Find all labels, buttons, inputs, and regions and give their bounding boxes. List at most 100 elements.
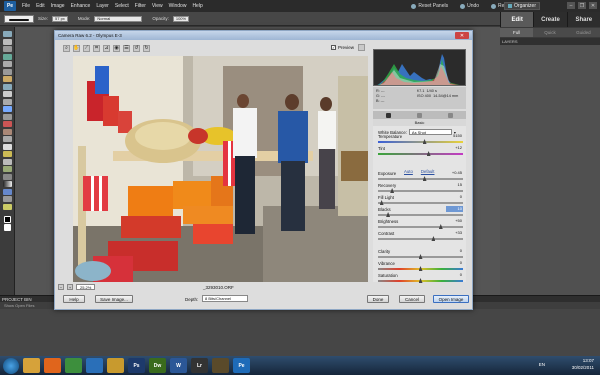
slider-fill-light[interactable]: Fill Light 0 (378, 194, 463, 206)
brush-preview[interactable] (4, 14, 34, 23)
smart-brush-icon[interactable] (2, 166, 12, 172)
menu-help[interactable]: Help (192, 3, 202, 9)
dreamweaver-icon[interactable]: Dw (149, 358, 166, 373)
marquee-icon[interactable] (2, 61, 12, 67)
sponge-tool-icon[interactable] (2, 203, 12, 210)
menu-layer[interactable]: Layer (96, 3, 109, 9)
raw-image-preview[interactable] (73, 56, 368, 282)
tab-full[interactable]: Full (500, 28, 534, 37)
slider-value-field[interactable]: +12 (446, 145, 463, 151)
opacity-field[interactable]: 100% (172, 15, 190, 22)
elements-editor-icon[interactable]: Pe (233, 358, 250, 373)
slider-saturation[interactable]: Saturation 0 (378, 272, 463, 284)
menu-select[interactable]: Select (115, 3, 129, 9)
tab-create[interactable]: Create (533, 12, 567, 27)
slider-value-field[interactable]: 0 (446, 194, 463, 200)
organizer-button[interactable]: Organizer (504, 2, 540, 10)
tab-guided[interactable]: Guided (567, 28, 600, 37)
slider-track[interactable] (378, 213, 463, 216)
slider-tint[interactable]: Tint +12 (378, 145, 463, 157)
hand-tool-icon[interactable] (2, 38, 12, 45)
slider-track[interactable] (378, 225, 463, 228)
slider-temperature[interactable]: Temperature 5150 (378, 133, 463, 145)
chrome-icon[interactable] (65, 358, 82, 373)
zoom-tool-icon[interactable] (2, 31, 12, 37)
straighten-icon[interactable] (2, 113, 12, 120)
slider-vibrance[interactable]: Vibrance 0 (378, 260, 463, 272)
slider-contrast[interactable]: Contrast +33 (378, 230, 463, 242)
menu-filter[interactable]: Filter (135, 3, 146, 9)
slider-clarity[interactable]: Clarity 0 (378, 248, 463, 260)
brush-icon[interactable] (2, 158, 12, 165)
red-eye-icon[interactable]: ◉ (113, 44, 120, 52)
blur-tool-icon[interactable] (2, 196, 12, 202)
slider-brightness[interactable]: Brightness +50 (378, 218, 463, 230)
slider-track[interactable] (378, 237, 463, 240)
slider-track[interactable] (378, 152, 463, 155)
zoom-icon[interactable]: ⌕ (63, 44, 70, 52)
lasso-icon[interactable] (2, 68, 12, 75)
done-button[interactable]: Done (367, 295, 389, 303)
photoshop-icon[interactable]: Ps (128, 358, 145, 373)
menu-enhance[interactable]: Enhance (71, 3, 91, 9)
red-eye-icon[interactable] (2, 121, 12, 127)
magic-wand-icon[interactable] (2, 76, 12, 82)
save-image-button[interactable]: Save Image... (95, 295, 133, 303)
menu-edit[interactable]: Edit (36, 3, 45, 9)
close-window-icon[interactable]: ✕ (589, 2, 597, 9)
healing-brush-icon[interactable] (2, 128, 12, 135)
media-player-icon[interactable] (86, 358, 103, 373)
tab-share[interactable]: Share (566, 12, 600, 27)
slider-track[interactable] (378, 140, 463, 143)
layers-panel-header[interactable]: LAYERS (500, 38, 600, 45)
crop-tool-icon[interactable] (2, 98, 12, 105)
slider-value-field[interactable]: 10 (446, 206, 463, 212)
straighten-icon[interactable]: ⊿ (103, 44, 110, 52)
start-button-icon[interactable] (3, 357, 19, 374)
white-balance-icon[interactable]: ⟋ (83, 44, 90, 52)
slider-value-field[interactable]: 0 (446, 248, 463, 254)
type-tool-icon[interactable] (2, 91, 12, 97)
tab-edit[interactable]: Edit (500, 12, 534, 27)
menu-window[interactable]: Window (169, 3, 187, 9)
fullscreen-icon[interactable] (358, 44, 365, 51)
mode-select[interactable]: Normal (94, 15, 143, 22)
slider-value-field[interactable]: 0 (446, 272, 463, 278)
system-clock[interactable]: 13:07 30/02/2011 (572, 357, 594, 371)
slider-value-field[interactable]: +33 (446, 230, 463, 236)
foreground-color-icon[interactable] (3, 215, 11, 223)
slider-value-field[interactable]: +50 (446, 218, 463, 224)
slider-track[interactable] (378, 189, 463, 192)
zoom-level-select[interactable]: 25.2% (76, 284, 96, 290)
background-color-icon[interactable] (3, 224, 11, 231)
folder-icon[interactable] (107, 358, 124, 373)
lightroom-icon[interactable]: Lr (191, 358, 208, 373)
hand-icon[interactable]: ✋ (73, 44, 80, 52)
reset-panels-button[interactable]: Reset Panels (411, 3, 448, 9)
slider-value-field[interactable]: +0.45 (446, 170, 463, 176)
undo-button[interactable]: Undo (460, 3, 479, 9)
depth-select[interactable]: 8 Bits/Channel (202, 295, 248, 302)
slider-value-field[interactable]: 5150 (446, 133, 463, 139)
minimize-icon[interactable]: – (567, 2, 575, 9)
crop-icon[interactable]: ⌗ (93, 44, 100, 52)
detail-tab-icon[interactable] (417, 112, 422, 118)
zoom-in-icon[interactable]: + (67, 284, 73, 290)
dialog-close-icon[interactable]: ✕ (455, 32, 469, 39)
slider-track[interactable] (378, 177, 463, 180)
basic-tab-icon[interactable] (386, 112, 391, 118)
eyedropper-icon[interactable] (2, 53, 12, 60)
bridge-icon[interactable] (212, 358, 229, 373)
slider-exposure[interactable]: Exposure +0.45 (378, 170, 463, 182)
preview-checkbox[interactable]: ✓ Preview (331, 45, 354, 50)
help-button[interactable]: Help (63, 295, 85, 303)
slider-value-field[interactable]: 15 (446, 182, 463, 188)
menu-image[interactable]: Image (51, 3, 65, 9)
slider-recovery[interactable]: Recovery 15 (378, 182, 463, 194)
firefox-icon[interactable] (44, 358, 61, 373)
language-indicator[interactable]: EN (539, 362, 545, 367)
zoom-out-icon[interactable]: − (58, 284, 64, 290)
rotate-left-icon[interactable]: ↺ (133, 44, 140, 52)
clone-stamp-icon[interactable] (2, 136, 12, 142)
cancel-button[interactable]: Cancel (399, 295, 425, 303)
